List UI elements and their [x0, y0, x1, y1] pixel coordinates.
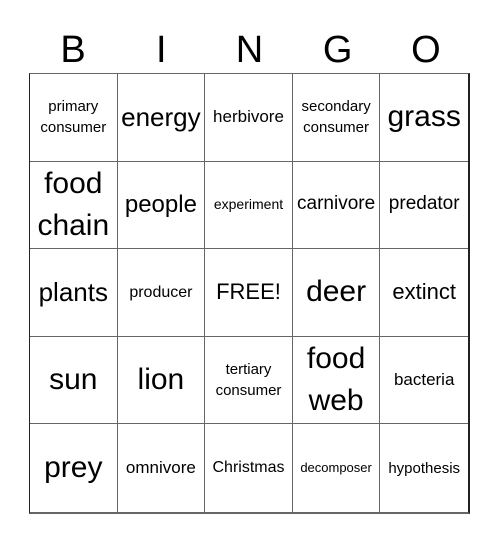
header-letter-i: I: [156, 29, 167, 71]
bingo-cell[interactable]: sun: [30, 336, 118, 425]
bingo-cell[interactable]: carnivore: [292, 161, 381, 250]
bingo-cell[interactable]: plants: [30, 249, 118, 337]
bingo-cell[interactable]: hypothesis: [380, 424, 468, 512]
bingo-cell[interactable]: bacteria: [380, 337, 468, 425]
bingo-cell[interactable]: producer: [117, 249, 206, 337]
bingo-cell[interactable]: people: [117, 161, 206, 250]
bingo-cell[interactable]: Christmas: [205, 424, 293, 512]
bingo-cell[interactable]: herbivore: [205, 74, 293, 162]
bingo-cell[interactable]: prey: [30, 424, 118, 512]
bingo-card-grid: primary consumer energy herbivore second…: [29, 73, 470, 514]
bingo-cell[interactable]: grass: [380, 74, 468, 162]
bingo-cell[interactable]: primary consumer: [30, 74, 118, 162]
bingo-cell[interactable]: experiment: [205, 161, 293, 250]
bingo-header: B I N G O: [29, 28, 470, 73]
bingo-cell[interactable]: extinct: [380, 249, 468, 337]
free-space-cell[interactable]: FREE!: [205, 249, 293, 337]
bingo-cell[interactable]: lion: [117, 336, 206, 425]
header-letter-o: O: [411, 29, 441, 71]
bingo-cell[interactable]: deer: [292, 249, 381, 337]
bingo-cell[interactable]: secondary consumer: [292, 74, 381, 162]
header-letter-n: N: [235, 29, 264, 71]
bingo-cell[interactable]: food chain: [30, 161, 118, 250]
bingo-cell[interactable]: food web: [292, 336, 381, 425]
bingo-cell[interactable]: omnivore: [118, 424, 206, 512]
header-letter-g: G: [322, 29, 353, 71]
bingo-cell[interactable]: tertiary consumer: [205, 336, 293, 425]
bingo-cell[interactable]: predator: [380, 162, 468, 250]
bingo-cell[interactable]: energy: [117, 74, 206, 162]
bingo-cell[interactable]: decomposer: [293, 424, 381, 512]
header-letter-b: B: [60, 29, 86, 71]
